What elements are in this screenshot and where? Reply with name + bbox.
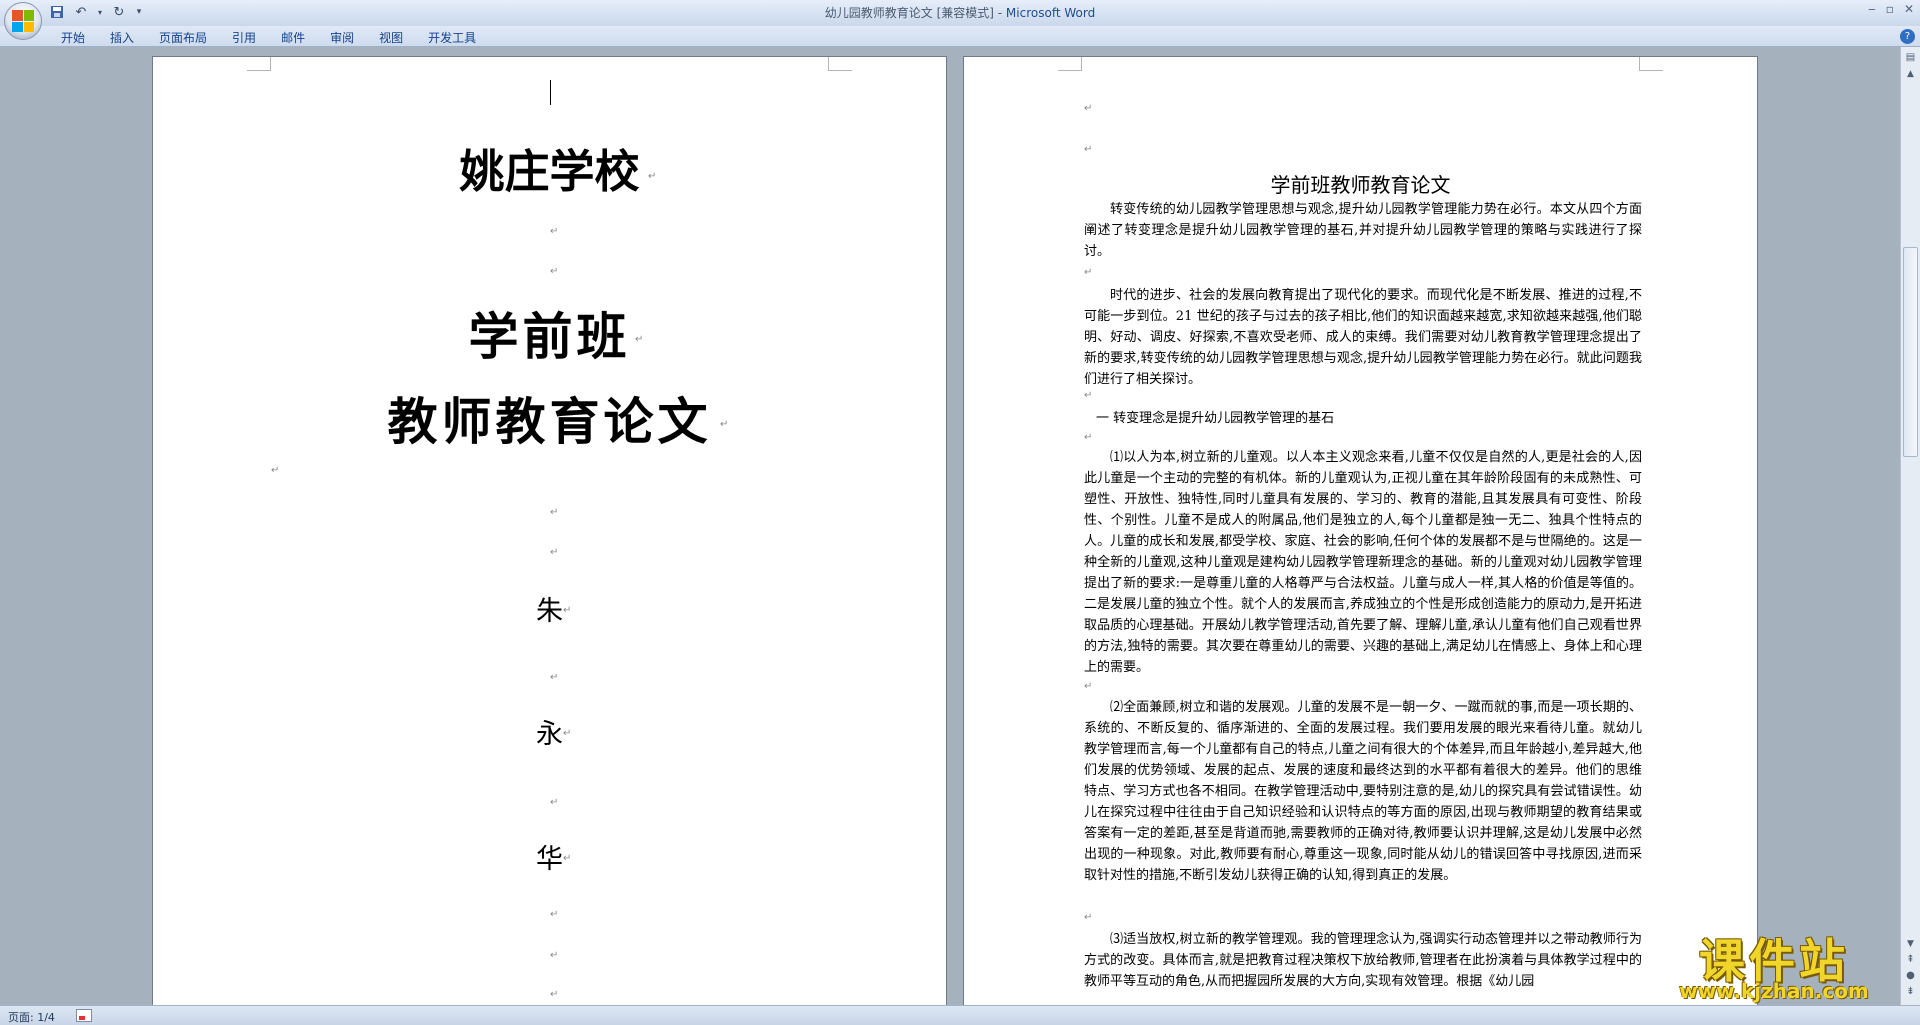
author-char: 永	[536, 719, 563, 750]
scroll-down-icon[interactable]: ▼	[1903, 937, 1918, 951]
tab-references[interactable]: 引用	[221, 28, 270, 48]
article-title: 学前班教师教育论文	[1270, 173, 1451, 197]
paragraph-mark: ↵	[550, 507, 559, 518]
window-title-app: Microsoft Word	[1005, 6, 1096, 20]
tab-home[interactable]: 开始	[50, 28, 99, 48]
page-article[interactable]: ↵ ↵ 学前班教师教育论文 转变传统的幼儿园教学管理思想与观念,提升幼儿园教学管…	[963, 56, 1758, 1005]
tab-mailings[interactable]: 邮件	[270, 28, 319, 48]
ribbon-tabs: 开始 插入 页面布局 引用 邮件 审阅 视图 开发工具	[50, 28, 490, 48]
paragraph-mark: ↵	[550, 547, 559, 558]
paragraph-mark: ↵	[720, 419, 729, 430]
tab-view[interactable]: 视图	[368, 28, 417, 48]
page-count[interactable]: 页面: 1/4	[8, 1009, 55, 1025]
margin-corner	[1058, 57, 1082, 71]
paragraph-mark: ↵	[550, 226, 559, 237]
tab-insert[interactable]: 插入	[99, 28, 148, 48]
ruler-toggle-icon[interactable]: ▤	[1903, 51, 1918, 65]
paragraph-mark: ↵	[550, 672, 559, 683]
margin-corner	[828, 57, 852, 71]
document-workspace: 姚庄学校 ↵ ↵ ↵ 学前班 ↵ 教师教育论文 ↵ ↵ ↵ ↵ 朱 ↵ ↵ 永 …	[0, 47, 1900, 1005]
text-cursor	[550, 80, 551, 105]
margin-corner	[247, 57, 271, 71]
vertical-scrollbar[interactable]: ▤ ▲ ▼ ⇞ ● ⇟	[1900, 47, 1920, 1005]
scroll-up-icon[interactable]: ▲	[1903, 67, 1918, 81]
paragraph-mark: ↵	[1084, 432, 1093, 443]
margin-corner	[1639, 57, 1663, 71]
tab-page-layout[interactable]: 页面布局	[148, 28, 221, 48]
author-char: 华	[536, 844, 563, 875]
paragraph-mark: ↵	[1084, 267, 1093, 278]
article-paragraph-1: ⑴以人为本,树立新的儿童观。以人本主义观念来看,儿童不仅仅是自然的人,更是社会的…	[1084, 450, 1642, 675]
paragraph-mark: ↵	[648, 171, 657, 182]
paragraph-mark: ↵	[550, 797, 559, 808]
article-paragraph-2: ⑵全面兼顾,树立和谐的发展观。儿童的发展不是一朝一夕、一蹴而就的事,而是一项长期…	[1084, 700, 1642, 883]
article-abstract: 转变传统的幼儿园教学管理思想与观念,提升幼儿园教学管理能力势在必行。本文从四个方…	[1084, 202, 1642, 259]
scrollbar-thumb[interactable]	[1903, 247, 1918, 457]
paragraph-mark: ↵	[563, 728, 572, 739]
window-title: 幼儿园教师教育论文 [兼容模式] - Microsoft Word	[0, 4, 1920, 21]
paragraph-mark: ↵	[1084, 681, 1093, 692]
paragraph-mark: ↵	[550, 909, 559, 920]
title-bar: ↶ ▾ ↻ ▾ 幼儿园教师教育论文 [兼容模式] - Microsoft Wor…	[0, 0, 1920, 40]
close-icon[interactable]: ✕	[1904, 2, 1914, 16]
next-page-icon[interactable]: ⇟	[1903, 985, 1918, 999]
paragraph-mark: ↵	[563, 605, 572, 616]
help-icon[interactable]: ?	[1900, 29, 1915, 44]
office-logo-icon	[12, 10, 34, 32]
paragraph-mark: ↵	[563, 853, 572, 864]
paragraph-mark: ↵	[550, 950, 559, 961]
tab-review[interactable]: 审阅	[319, 28, 368, 48]
maximize-icon[interactable]: ▫	[1886, 2, 1894, 16]
section-heading: 一 转变理念是提升幼儿园教学管理的基石	[1096, 411, 1335, 426]
previous-page-icon[interactable]: ⇞	[1903, 953, 1918, 967]
paragraph-mark: ↵	[550, 989, 559, 1000]
window-controls: ‒ ▫ ✕	[1868, 2, 1914, 16]
watermark-logo: 课件站 www.kjzhan.com	[1654, 925, 1894, 1005]
paragraph-mark: ↵	[271, 465, 280, 476]
article-paragraph-3: ⑶适当放权,树立新的教学管理观。我的管理理念认为,强调实行动态管理并以之带动教师…	[1084, 932, 1642, 989]
tab-developer[interactable]: 开发工具	[417, 28, 490, 48]
status-bar: 页面: 1/4	[0, 1005, 1920, 1025]
select-browse-object-icon[interactable]: ●	[1903, 969, 1918, 983]
page-cover[interactable]: 姚庄学校 ↵ ↵ ↵ 学前班 ↵ 教师教育论文 ↵ ↵ ↵ ↵ 朱 ↵ ↵ 永 …	[152, 56, 947, 1005]
author-char: 朱	[536, 596, 563, 627]
paper-title: 教师教育论文	[387, 392, 712, 451]
school-name: 姚庄学校	[459, 145, 640, 198]
paragraph-mark: ↵	[550, 266, 559, 277]
paragraph-mark: ↵	[1084, 144, 1093, 155]
paragraph-mark: ↵	[1084, 390, 1093, 401]
watermark-url: www.kjzhan.com	[1679, 979, 1869, 1003]
ribbon: 开始 插入 页面布局 引用 邮件 审阅 视图 开发工具 ?	[0, 26, 1920, 47]
class-name: 学前班	[468, 307, 631, 366]
article-intro: 时代的进步、社会的发展向教育提出了现代化的要求。而现代化是不断发展、推进的过程,…	[1084, 288, 1642, 387]
paragraph-mark: ↵	[1084, 103, 1093, 114]
window-title-doc: 幼儿园教师教育论文 [兼容模式] -	[824, 6, 1006, 20]
paragraph-mark: ↵	[635, 334, 644, 345]
minimize-icon[interactable]: ‒	[1868, 2, 1876, 16]
office-button[interactable]	[4, 2, 42, 40]
paragraph-mark: ↵	[1084, 912, 1093, 923]
macro-record-icon[interactable]	[76, 1009, 92, 1022]
